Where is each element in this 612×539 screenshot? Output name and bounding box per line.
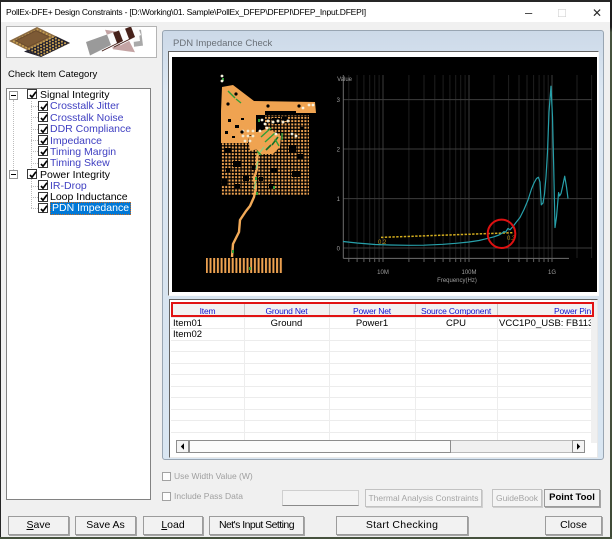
svg-text:Frequency(Hz): Frequency(Hz) bbox=[437, 278, 477, 284]
svg-text:Value: Value bbox=[337, 77, 353, 83]
svg-text:1G: 1G bbox=[548, 270, 556, 276]
svg-text:10M: 10M bbox=[377, 270, 389, 276]
svg-text:100M: 100M bbox=[461, 270, 476, 276]
